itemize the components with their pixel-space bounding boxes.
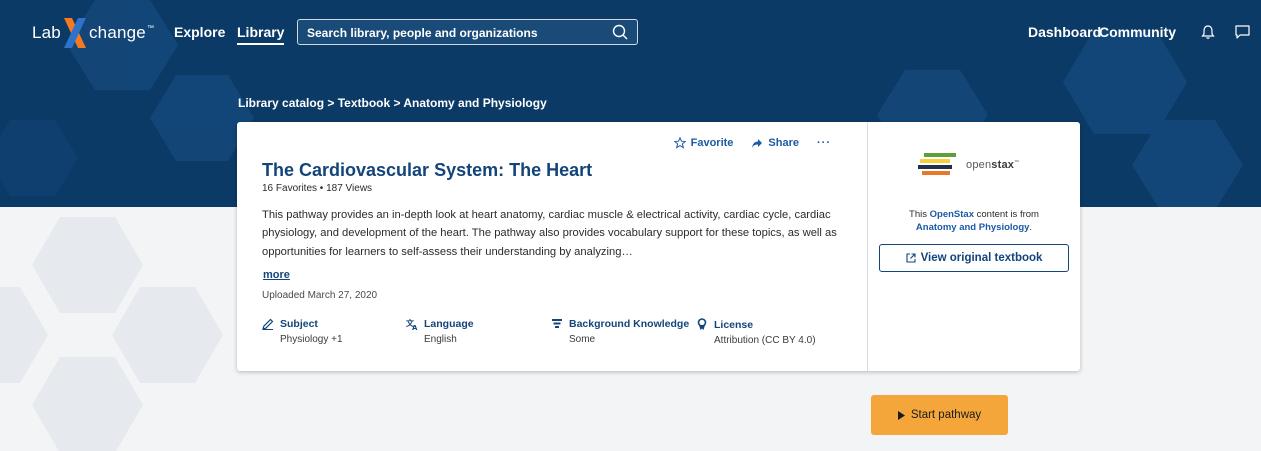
logo-text-right: change xyxy=(88,23,146,42)
meta-subject-label: Subject xyxy=(280,318,318,330)
meta-subject-value[interactable]: Physiology +1 xyxy=(280,334,343,345)
award-icon xyxy=(697,318,707,330)
view-original-textbook-button[interactable]: View original textbook xyxy=(879,244,1069,272)
more-options-icon[interactable]: ··· xyxy=(817,137,831,149)
search-input[interactable] xyxy=(307,24,607,41)
start-pathway-label: Start pathway xyxy=(910,409,982,421)
meta-license: License Attribution (CC BY 4.0) xyxy=(696,318,816,346)
svg-text:A: A xyxy=(412,324,418,330)
share-arrow-icon xyxy=(752,138,763,148)
labxchange-logo[interactable]: Lab change ™ xyxy=(32,18,155,48)
share-label: Share xyxy=(768,137,799,149)
search-box xyxy=(297,19,638,45)
meta-background-knowledge-value: Some xyxy=(569,334,596,345)
meta-language-value: English xyxy=(424,334,457,345)
nav-explore-link[interactable]: Explore xyxy=(174,24,225,40)
meta-license-value[interactable]: Attribution (CC BY 4.0) xyxy=(714,335,816,346)
play-icon xyxy=(897,410,905,420)
pathway-card: Favorite Share ··· The Cardiovascular Sy… xyxy=(237,122,1080,371)
translate-icon: 文 A xyxy=(406,318,418,330)
pathway-title: The Cardiovascular System: The Heart xyxy=(262,160,593,180)
star-icon xyxy=(673,137,686,149)
external-link-icon xyxy=(906,253,916,263)
share-button[interactable]: Share xyxy=(751,137,799,149)
card-actions: Favorite Share ··· xyxy=(673,137,831,149)
nav-dashboard-link[interactable]: Dashboard xyxy=(1028,24,1101,40)
meta-subject: Subject Physiology +1 xyxy=(262,318,343,345)
favorite-label: Favorite xyxy=(690,137,734,149)
nav-library-link[interactable]: Library xyxy=(237,24,285,45)
meta-language: 文 A Language English xyxy=(406,318,474,345)
start-pathway-button[interactable]: Start pathway xyxy=(871,395,1008,435)
logo-x-icon xyxy=(63,18,86,48)
pencil-icon xyxy=(262,318,274,330)
openstax-link[interactable]: OpenStax xyxy=(930,209,974,220)
layers-icon xyxy=(552,319,562,328)
openstax-stripes-icon xyxy=(918,153,956,175)
pathway-description: This pathway provides an in-depth look a… xyxy=(262,209,837,258)
logo-text-left: Lab xyxy=(32,23,61,42)
source-attribution: This OpenStax content is from Anatomy an… xyxy=(909,209,1039,233)
chat-icon[interactable] xyxy=(1234,24,1251,40)
breadcrumb[interactable]: Library catalog > Textbook > Anatomy and… xyxy=(238,96,547,110)
view-original-textbook-label: View original textbook xyxy=(920,252,1043,264)
meta-background-knowledge: Background Knowledge Some xyxy=(551,318,689,345)
favorite-button[interactable]: Favorite xyxy=(673,137,734,149)
meta-background-knowledge-label: Background Knowledge xyxy=(569,318,690,330)
textbook-link[interactable]: Anatomy and Physiology xyxy=(916,222,1030,233)
pathway-details: Favorite Share ··· The Cardiovascular Sy… xyxy=(237,122,867,371)
nav-community-link[interactable]: Community xyxy=(1099,24,1176,40)
openstax-logo[interactable]: openstax™ xyxy=(918,152,1019,178)
pathway-stats: 16 Favorites • 187 Views xyxy=(262,183,373,194)
source-panel: openstax™ This OpenStax content is from … xyxy=(868,122,1080,371)
more-link[interactable]: more xyxy=(263,269,290,281)
meta-language-label: Language xyxy=(424,318,474,330)
search-icon[interactable] xyxy=(612,24,628,40)
bell-icon[interactable] xyxy=(1200,24,1216,40)
openstax-wordmark: openstax™ xyxy=(966,159,1020,171)
top-nav: Lab change ™ Explore Library Dashboard C… xyxy=(0,0,1261,62)
upload-date: Uploaded March 27, 2020 xyxy=(262,290,378,301)
meta-license-label: License xyxy=(714,318,754,331)
logo-trademark: ™ xyxy=(146,24,155,32)
